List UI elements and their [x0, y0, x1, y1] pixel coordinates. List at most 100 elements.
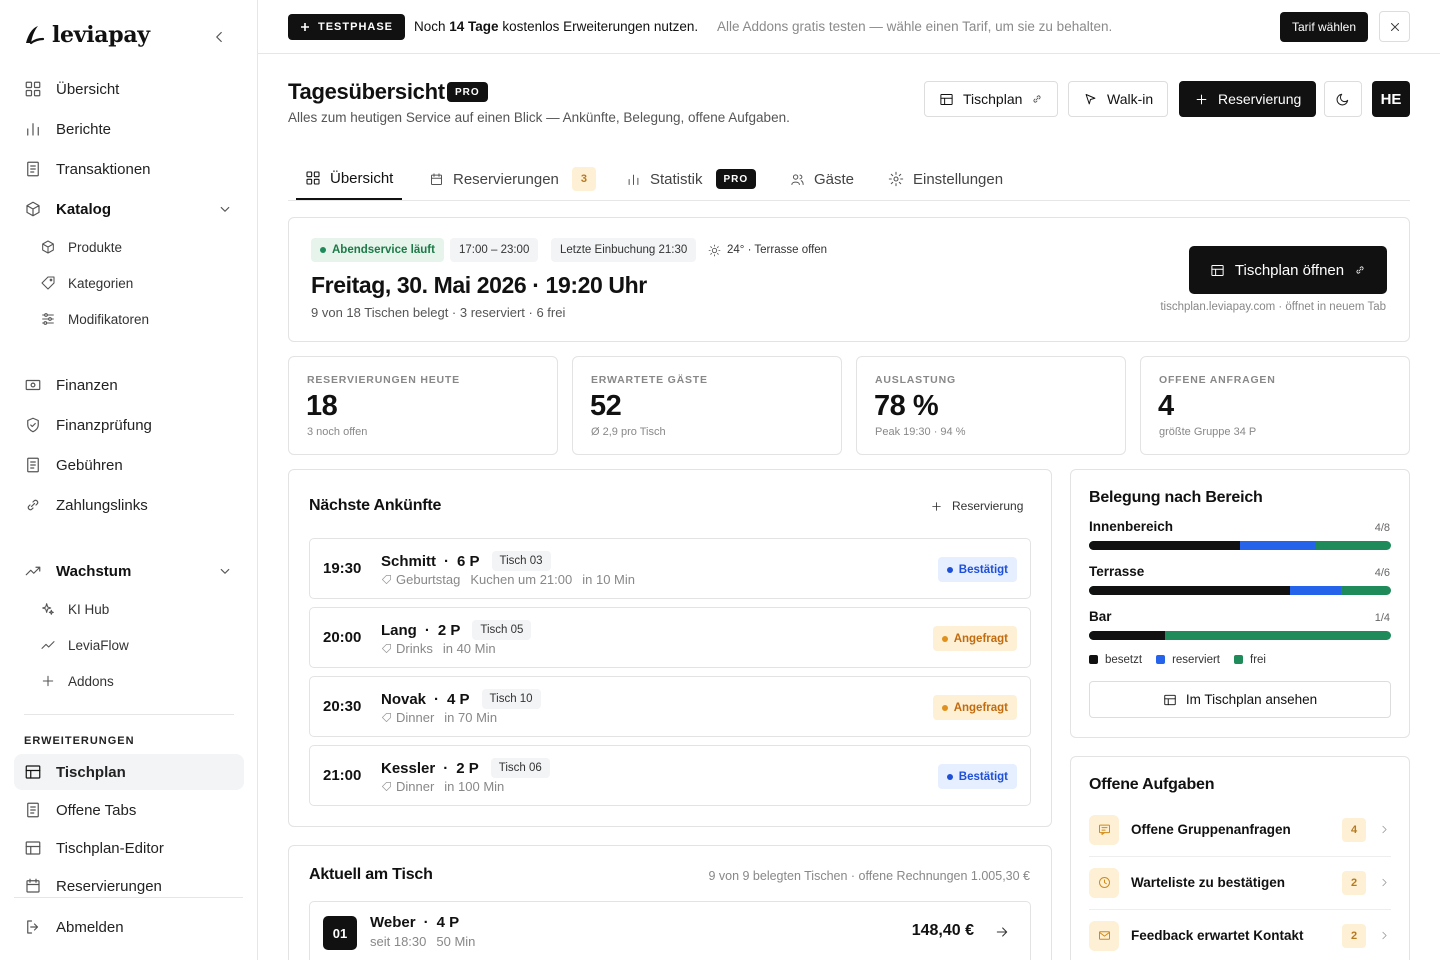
sidebar-subitem-ki-hub[interactable]: KI Hub [40, 594, 240, 624]
party-size: 4 P [447, 690, 470, 708]
tag-icon [382, 575, 391, 584]
sidebar-subitem-addons[interactable]: Addons [40, 666, 240, 696]
logout-button[interactable]: Abmelden [14, 909, 244, 945]
task-item[interactable]: Offene Gruppenanfragen 4 [1089, 803, 1391, 856]
trial-days: 14 Tage [449, 19, 499, 34]
party-size: 6 P [457, 552, 480, 570]
theme-toggle-button[interactable] [1324, 81, 1362, 117]
kpi-label: AUSLASTUNG [875, 374, 956, 386]
chevron-left-icon [216, 31, 222, 43]
receipt-icon [27, 161, 39, 177]
sidebar-subitem-label: Addons [68, 673, 114, 689]
choose-plan-button[interactable]: Tarif wählen [1280, 12, 1369, 42]
occasion-label: Dinner [396, 779, 435, 794]
arrival-note: Kuchen um 21:00 [470, 572, 573, 587]
layout-table-icon [1211, 264, 1224, 276]
tabs-divider [288, 200, 1410, 201]
sidebar-item-label: Gebühren [56, 456, 123, 474]
arrow-right-icon[interactable] [994, 924, 1010, 940]
tab-statistik[interactable]: Statistik PRO [626, 158, 757, 200]
tab-einstellungen[interactable]: Einstellungen [888, 158, 1003, 200]
sidebar-item-reservierungen[interactable]: Reservierungen [14, 868, 244, 896]
arrival-meta: Dinner in 100 Min [381, 779, 504, 794]
sidebar-item-finanzen[interactable]: Finanzen [14, 367, 244, 403]
brand-logo[interactable]: leviapay [22, 22, 150, 48]
bar-segment-reserviert [1290, 586, 1341, 595]
task-item[interactable]: Warteliste zu bestätigen 2 [1089, 856, 1391, 909]
view-in-tischplan-button[interactable]: Im Tischplan ansehen [1089, 681, 1391, 718]
sidebar-item-label: Reservierungen [56, 877, 162, 895]
page-title: Tagesübersicht [288, 79, 445, 104]
arrival-row[interactable]: 20:00 Lang · 2 P Tisch 05 Drinks in 40 Min Ange… [309, 607, 1031, 668]
status-dot [946, 566, 953, 573]
layout-table-icon [25, 841, 41, 855]
occupancy-legend: besetzt reserviert frei [1089, 654, 1266, 666]
arrival-time: 19:30 [323, 560, 362, 577]
kpi-value: 4 [1158, 390, 1174, 422]
task-icon-box [1089, 920, 1119, 951]
kpi-value: 18 [306, 390, 338, 422]
status-dot [941, 704, 948, 711]
close-banner-button[interactable] [1379, 11, 1410, 42]
task-label: Feedback erwartet Kontakt [1131, 928, 1304, 943]
sidebar-subitem-modifikatoren[interactable]: Modifikatoren [40, 304, 240, 334]
shield-check-icon [27, 417, 39, 433]
arrival-row[interactable]: 21:00 Kessler · 2 P Tisch 06 Dinner in 100 Min… [309, 745, 1031, 806]
tab-reservierungen[interactable]: Reservierungen 3 [429, 158, 596, 200]
arrival-time: 20:00 [323, 629, 362, 646]
page-subtitle: Alles zum heutigen Service auf einen Bli… [288, 110, 790, 125]
trial-badge-label: TESTPHASE [318, 21, 394, 33]
receipt-icon [27, 457, 39, 473]
occasion-label: Dinner [396, 710, 435, 725]
service-datetime: Freitag, 30. Mai 2026 · 19:20 Uhr [311, 272, 647, 298]
logout-icon [27, 920, 39, 934]
service-hours-chip: 17:00 – 23:00 [450, 238, 539, 262]
sidebar-item-offene-tabs[interactable]: Offene Tabs [14, 792, 244, 828]
sidebar-item-gebuehren[interactable]: Gebühren [14, 447, 244, 483]
tab-gaeste[interactable]: Gäste [790, 158, 854, 200]
status-badge: Angefragt [932, 695, 1017, 720]
sidebar-item-zahlungslinks[interactable]: Zahlungslinks [14, 487, 244, 523]
sidebar-item-tischplan[interactable]: Tischplan [14, 754, 244, 790]
last-booking-chip: Letzte Einbuchung 21:30 [551, 238, 697, 262]
current-table-row[interactable]: 01 Weber · 4 P seit 18:30 50 Min 148,40 … [309, 901, 1031, 960]
add-reservation-label: Reservierung [952, 499, 1024, 513]
trial-banner: TESTPHASE Noch 14 Tage kostenlos Erweite… [258, 0, 1440, 54]
task-item[interactable]: Feedback erwartet Kontakt 2 [1089, 909, 1391, 960]
sidebar-subitem-produkte[interactable]: Produkte [40, 232, 240, 262]
tasks-title: Offene Aufgaben [1089, 776, 1215, 793]
bar-chart-icon [27, 123, 39, 136]
user-avatar[interactable]: HE [1372, 81, 1410, 117]
table-chip: Tisch 06 [490, 758, 550, 778]
sidebar-section-label: ERWEITERUNGEN [24, 735, 135, 747]
collapse-sidebar-button[interactable] [210, 28, 230, 48]
legend-label: reserviert [1172, 654, 1221, 666]
sidebar-item-transaktionen[interactable]: Transaktionen [14, 151, 244, 187]
sidebar-item-label: Katalog [56, 200, 112, 218]
sidebar-item-katalog[interactable]: Katalog [14, 191, 244, 227]
sidebar-subitem-leviaflow[interactable]: LeviaFlow [40, 630, 240, 660]
sidebar-item-berichte[interactable]: Berichte [14, 111, 244, 147]
cursor-icon [1085, 93, 1096, 104]
sidebar-item-uebersicht[interactable]: Übersicht [14, 71, 244, 107]
tab-uebersicht[interactable]: Übersicht [296, 158, 402, 200]
sidebar-subitem-kategorien[interactable]: Kategorien [40, 268, 240, 298]
status-badge: Angefragt [932, 626, 1017, 651]
chevron-right-icon [1382, 931, 1387, 940]
legend-reserviert: reserviert [1156, 654, 1220, 666]
sidebar-item-tischplan-editor[interactable]: Tischplan-Editor [14, 830, 244, 866]
receipt-icon [27, 802, 39, 818]
walk-in-button[interactable]: Walk-in [1068, 81, 1169, 117]
add-reservation-link[interactable]: Reservierung [930, 499, 1023, 513]
sidebar-item-wachstum[interactable]: Wachstum [14, 553, 244, 589]
link-icon [1033, 95, 1041, 103]
plus-icon [1196, 94, 1207, 104]
tischplan-button[interactable]: Tischplan [924, 81, 1059, 117]
new-reservation-button[interactable]: Reservierung [1179, 81, 1317, 117]
sidebar-item-finanzpruefung[interactable]: Finanzprüfung [14, 407, 244, 443]
arrival-row[interactable]: 19:30 Schmitt · 6 P Tisch 03 Geburtstag Kuchen… [309, 538, 1031, 599]
calendar-icon [431, 172, 442, 185]
arrival-row[interactable]: 20:30 Novak · 4 P Tisch 10 Dinner in 70 Min Ang… [309, 676, 1031, 737]
tab-label: Einstellungen [913, 170, 1004, 188]
open-tischplan-button[interactable]: Tischplan öffnen [1189, 246, 1387, 294]
